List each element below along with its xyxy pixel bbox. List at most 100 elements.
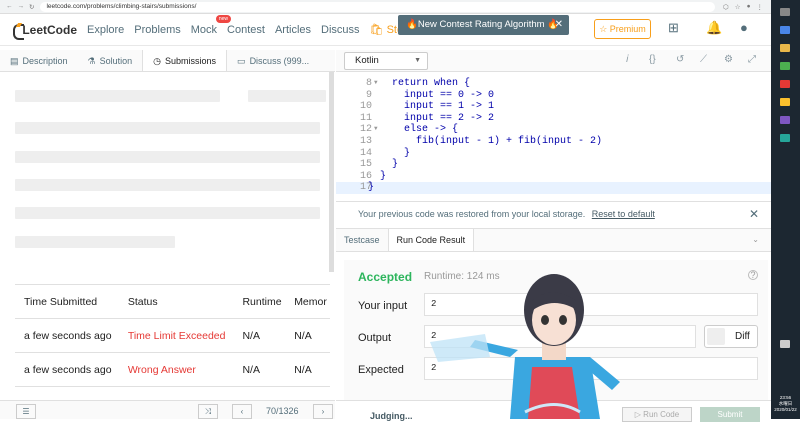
playground-icon[interactable]: ⊞ bbox=[668, 20, 679, 36]
contest-announcement[interactable]: 🔥New Contest Rating Algorithm 🔥 ✕ bbox=[398, 15, 569, 35]
code-text: } bbox=[404, 147, 411, 159]
col-runtime[interactable]: Runtime bbox=[233, 284, 286, 319]
app-icon[interactable] bbox=[780, 44, 790, 52]
clock-icon: ◷ bbox=[153, 55, 162, 66]
status-link[interactable]: Wrong Answer bbox=[118, 352, 234, 387]
avatar[interactable]: ● bbox=[740, 20, 748, 35]
code-line[interactable]: 13 fib(input - 1) + fib(input - 2) bbox=[336, 136, 771, 148]
menu-icon[interactable]: ⋮ bbox=[757, 3, 764, 11]
diff-toggle[interactable]: Diff bbox=[704, 325, 758, 348]
left-scrollbar[interactable] bbox=[329, 72, 334, 272]
runtime-cell: N/A bbox=[233, 318, 286, 353]
store-icon: 🛍 bbox=[369, 24, 384, 36]
tab-submissions[interactable]: ◷ Submissions bbox=[142, 50, 228, 71]
judging-status: Judging... bbox=[370, 411, 413, 421]
reset-icon[interactable]: ↺ bbox=[676, 54, 684, 65]
language-value: Kotlin bbox=[355, 55, 379, 66]
tab-testcase[interactable]: Testcase bbox=[336, 229, 388, 251]
nav-discuss[interactable]: Discuss bbox=[321, 24, 360, 36]
back-icon[interactable]: ← bbox=[6, 3, 13, 11]
app-icon[interactable] bbox=[780, 134, 790, 142]
code-text: else -> { bbox=[404, 124, 459, 136]
site-header: LeetCode Explore Problems Mock new Contes… bbox=[0, 14, 771, 46]
settings-icon[interactable]: ⚙ bbox=[724, 54, 733, 65]
code-line[interactable]: 16} bbox=[336, 171, 771, 183]
nav-contest[interactable]: Contest bbox=[227, 24, 265, 36]
code-line[interactable]: 11 input == 2 -> 2 bbox=[336, 113, 771, 125]
submit-button[interactable]: Submit bbox=[700, 407, 760, 422]
code-text: } bbox=[380, 170, 387, 182]
tab-solution[interactable]: ⚗ Solution bbox=[78, 50, 143, 71]
code-line[interactable]: 8 ▼ return when { bbox=[336, 78, 771, 90]
table-row[interactable]: a few seconds ago Wrong Answer N/A N/A bbox=[15, 352, 330, 387]
tab-solution-label: Solution bbox=[99, 55, 133, 66]
fullscreen-icon[interactable]: ⤢ bbox=[748, 54, 756, 65]
info-icon[interactable]: 𝑖 bbox=[626, 54, 629, 65]
col-memory[interactable]: Memor bbox=[285, 284, 330, 319]
app-icon[interactable] bbox=[780, 62, 790, 70]
notification-icon[interactable]: 🔔 bbox=[706, 20, 722, 36]
loading-placeholder bbox=[248, 90, 326, 102]
prev-button[interactable]: ‹ bbox=[232, 404, 252, 419]
problem-tabs: ▤ Description ⚗ Solution ◷ Submissions ▭ Dis… bbox=[0, 50, 335, 72]
code-text: input == 2 -> 2 bbox=[404, 112, 495, 124]
nav-mock[interactable]: Mock new bbox=[190, 14, 232, 36]
loading-placeholder bbox=[15, 236, 175, 248]
fold-icon[interactable]: ▼ bbox=[374, 125, 378, 132]
nav-mock-label: Mock bbox=[190, 23, 218, 36]
logo[interactable]: LeetCode bbox=[0, 23, 77, 40]
problem-list-icon[interactable]: ☰ bbox=[16, 404, 36, 419]
next-button[interactable]: › bbox=[313, 404, 333, 419]
close-icon[interactable]: ✕ bbox=[749, 202, 759, 226]
code-line[interactable]: 10 input == 1 -> 1 bbox=[336, 101, 771, 113]
app-icon[interactable] bbox=[780, 98, 790, 106]
tray-icon[interactable] bbox=[780, 340, 790, 348]
status-link[interactable]: Time Limit Exceeded bbox=[118, 318, 234, 353]
code-editor[interactable]: 8 ▼ return when {9 input == 0 -> 0 10 input =… bbox=[336, 72, 771, 200]
chevron-down-icon[interactable]: ⌄ bbox=[752, 235, 759, 244]
vtuber-avatar bbox=[430, 274, 620, 419]
extension-icon[interactable]: ⬡ bbox=[723, 3, 729, 11]
system-clock[interactable]: 23:56 水曜日 2020/01/22 bbox=[771, 395, 800, 413]
forward-icon[interactable]: → bbox=[18, 3, 25, 11]
code-line[interactable]: 15} bbox=[336, 159, 771, 171]
braces-icon[interactable]: {} bbox=[649, 54, 656, 65]
reset-to-default-link[interactable]: Reset to default bbox=[592, 209, 655, 219]
output-label: Output bbox=[358, 332, 392, 344]
profile-icon[interactable]: ● bbox=[747, 3, 751, 11]
code-text: input == 1 -> 1 bbox=[404, 101, 495, 113]
close-icon[interactable]: ✕ bbox=[555, 15, 563, 35]
reload-icon[interactable]: ↻ bbox=[29, 3, 34, 11]
nav-explore[interactable]: Explore bbox=[87, 24, 124, 36]
table-row[interactable]: a few seconds ago Time Limit Exceeded N/… bbox=[15, 318, 330, 353]
line-number: 11 bbox=[359, 112, 372, 124]
windows-icon[interactable] bbox=[780, 8, 790, 16]
clock-date: 2020/01/22 bbox=[774, 407, 797, 412]
code-line[interactable]: 17} bbox=[336, 182, 771, 194]
fold-icon[interactable]: ▼ bbox=[374, 79, 378, 86]
star-icon[interactable]: ☆ bbox=[735, 3, 741, 11]
language-select[interactable]: Kotlin ▼ bbox=[344, 52, 428, 70]
app-icon[interactable] bbox=[780, 26, 790, 34]
premium-button[interactable]: ☆ Premium bbox=[594, 19, 651, 39]
code-line[interactable]: 9 input == 0 -> 0 bbox=[336, 90, 771, 102]
help-icon[interactable]: ? bbox=[748, 270, 758, 280]
col-time-submitted[interactable]: Time Submitted bbox=[15, 284, 119, 319]
nav-articles[interactable]: Articles bbox=[275, 24, 311, 36]
app-icon[interactable] bbox=[780, 116, 790, 124]
tab-run-code-result[interactable]: Run Code Result bbox=[387, 229, 475, 251]
loading-placeholder bbox=[15, 207, 320, 219]
tab-description[interactable]: ▤ Description bbox=[0, 50, 78, 71]
shuffle-icon[interactable]: ⤨ bbox=[198, 404, 218, 419]
app-icon[interactable] bbox=[780, 80, 790, 88]
col-status[interactable]: Status bbox=[118, 284, 234, 319]
tab-discuss[interactable]: ▭ Discuss (999... bbox=[227, 50, 319, 71]
shortcut-icon[interactable]: ⟋ bbox=[700, 54, 707, 65]
line-number: 14 bbox=[359, 147, 372, 159]
description-icon: ▤ bbox=[10, 55, 19, 66]
nav-problems[interactable]: Problems bbox=[134, 24, 180, 36]
address-bar[interactable]: leetcode.com/problems/climbing-stairs/su… bbox=[40, 1, 716, 12]
code-line[interactable]: 14} bbox=[336, 148, 771, 160]
code-line[interactable]: 12 ▼ else -> { bbox=[336, 124, 771, 136]
tab-submissions-label: Submissions bbox=[165, 55, 217, 66]
